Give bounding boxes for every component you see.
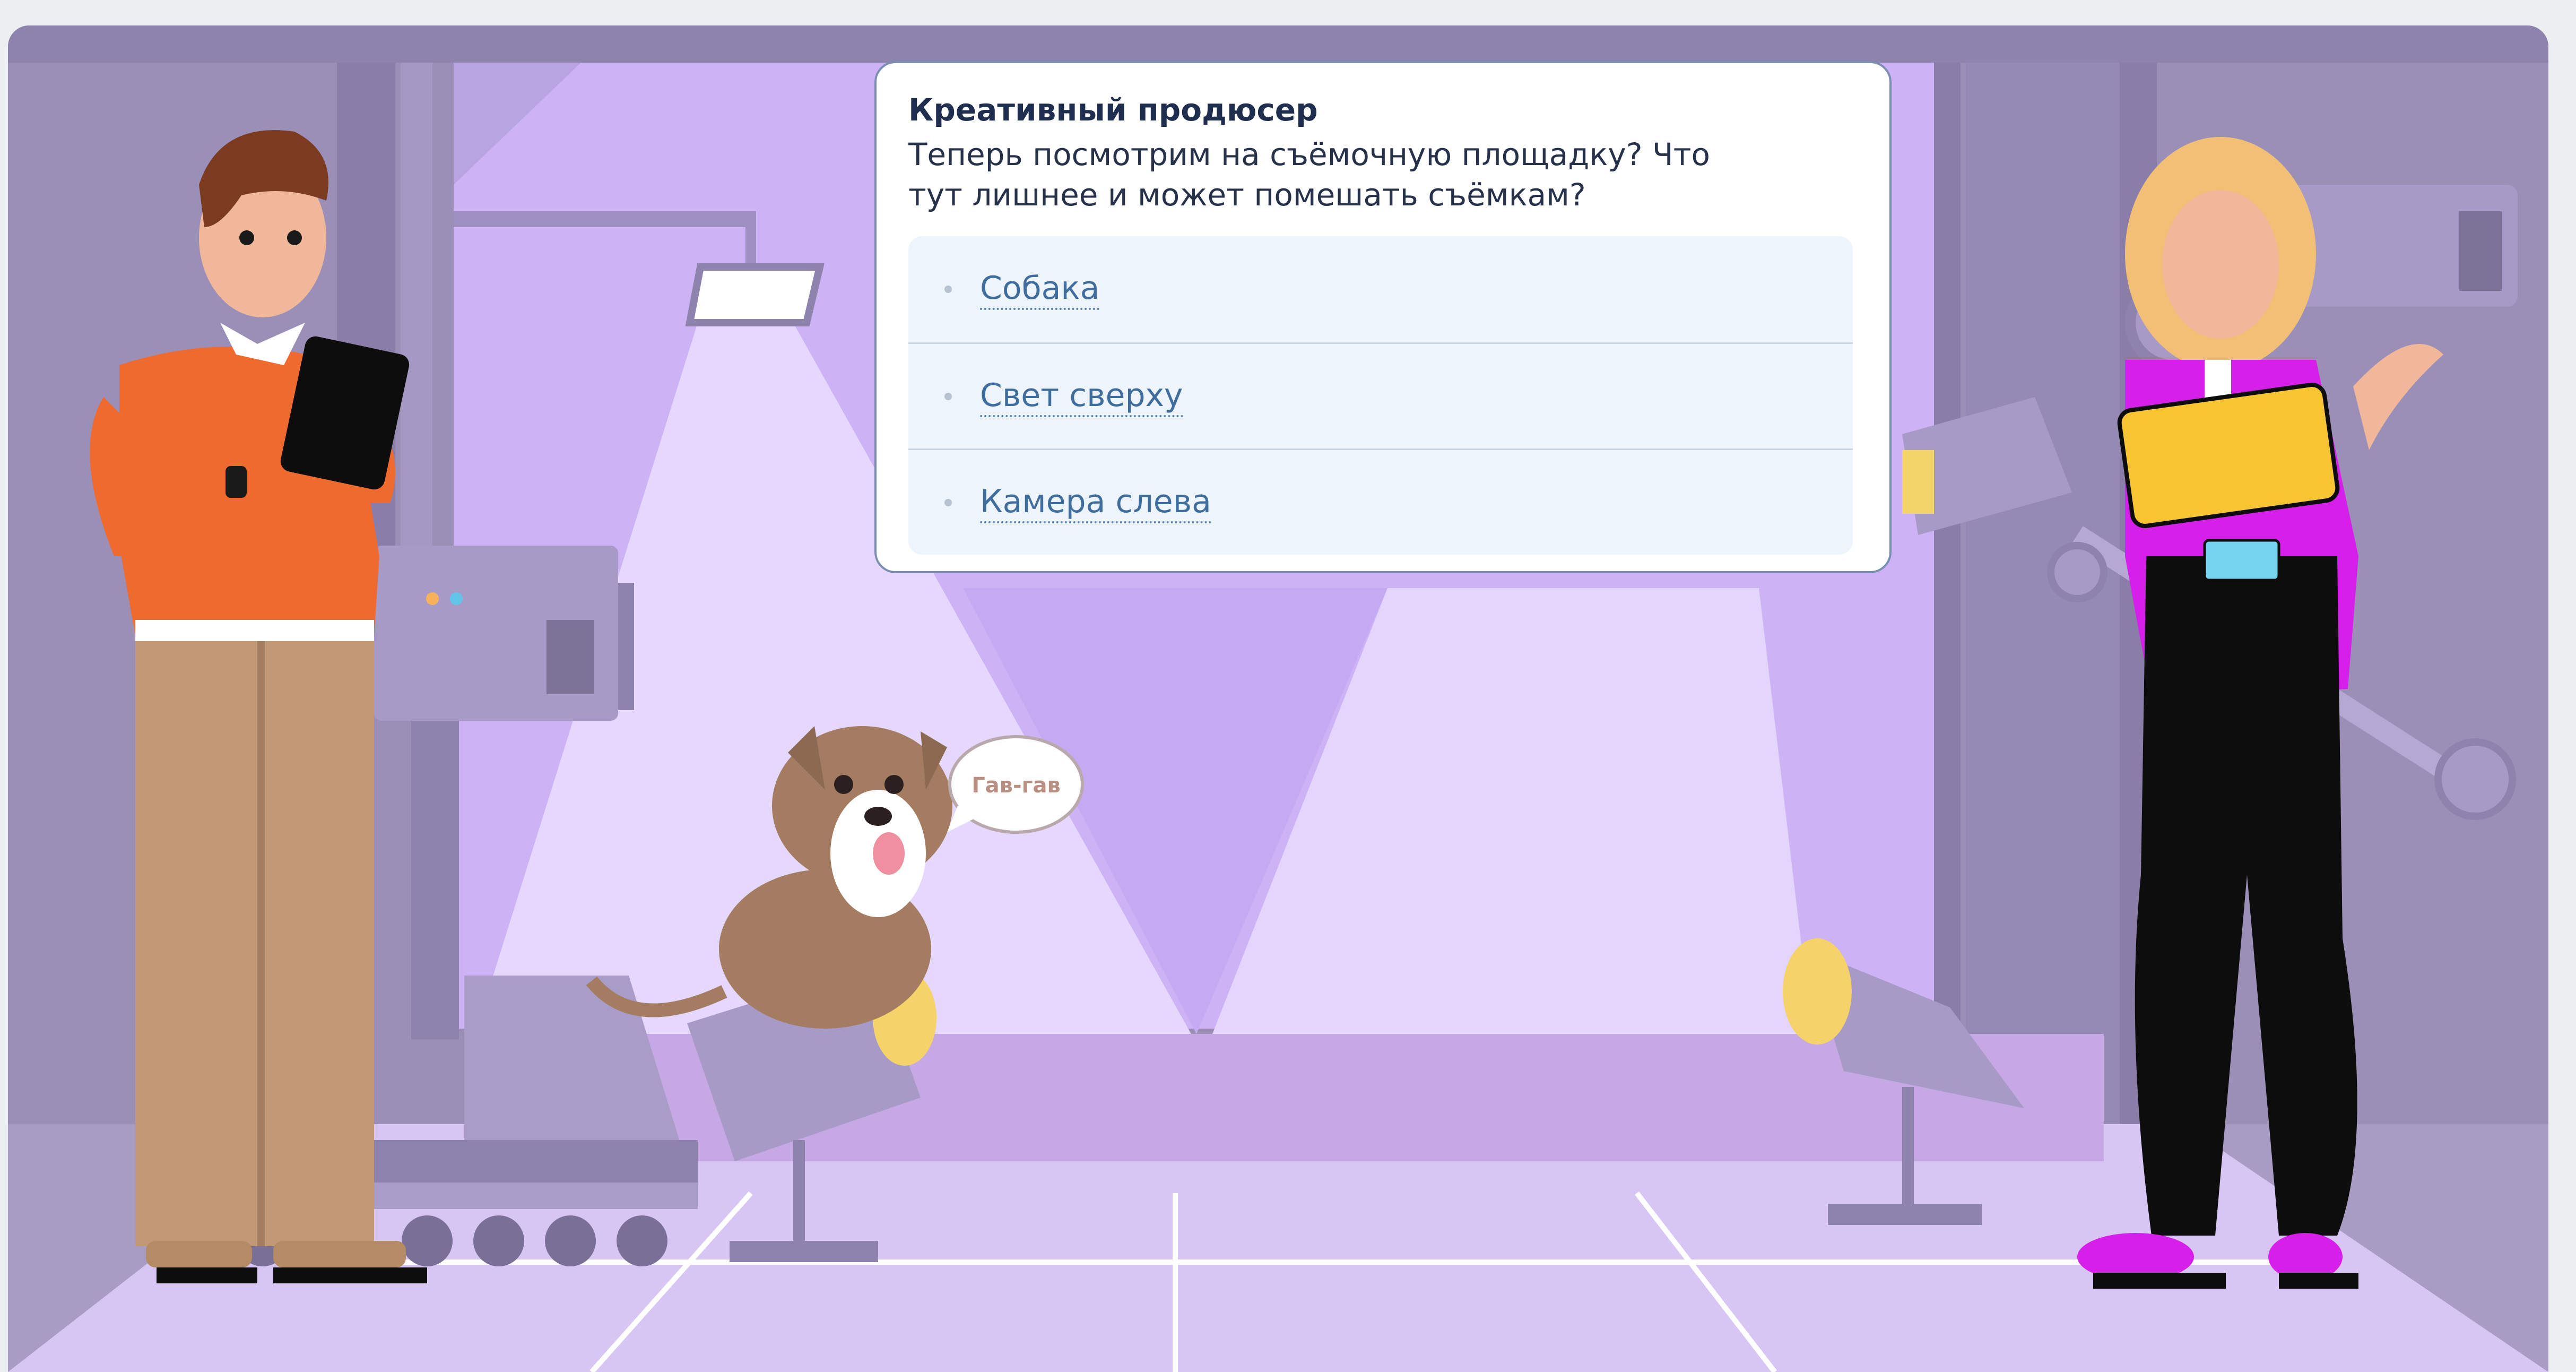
option-label[interactable]: Камера слева [980,482,1211,523]
answer-option-top-light[interactable]: Свет сверху [908,342,1853,448]
question-text: Теперь посмотрим на съёмочную площадку? … [908,136,1711,213]
bullet-icon [944,498,952,506]
bullet-icon [944,286,952,293]
option-label[interactable]: Собака [980,269,1100,310]
dog-speech-bubble: Гав-гав [972,773,1061,798]
speaker-name: Креативный продюсер [908,92,1318,128]
answer-option-dog[interactable]: Собака [908,236,1853,342]
answer-option-left-camera[interactable]: Камера слева [908,448,1853,555]
answer-options: Собака Свет сверху Камера слева [908,236,1853,555]
option-label[interactable]: Свет сверху [980,376,1183,417]
bullet-icon [944,392,952,400]
scene-frame: Гав-гав Креативный продюсер Теперь посмо… [8,25,2548,1372]
dialog-card: Креативный продюсер Теперь посмотрим на … [874,61,1892,573]
